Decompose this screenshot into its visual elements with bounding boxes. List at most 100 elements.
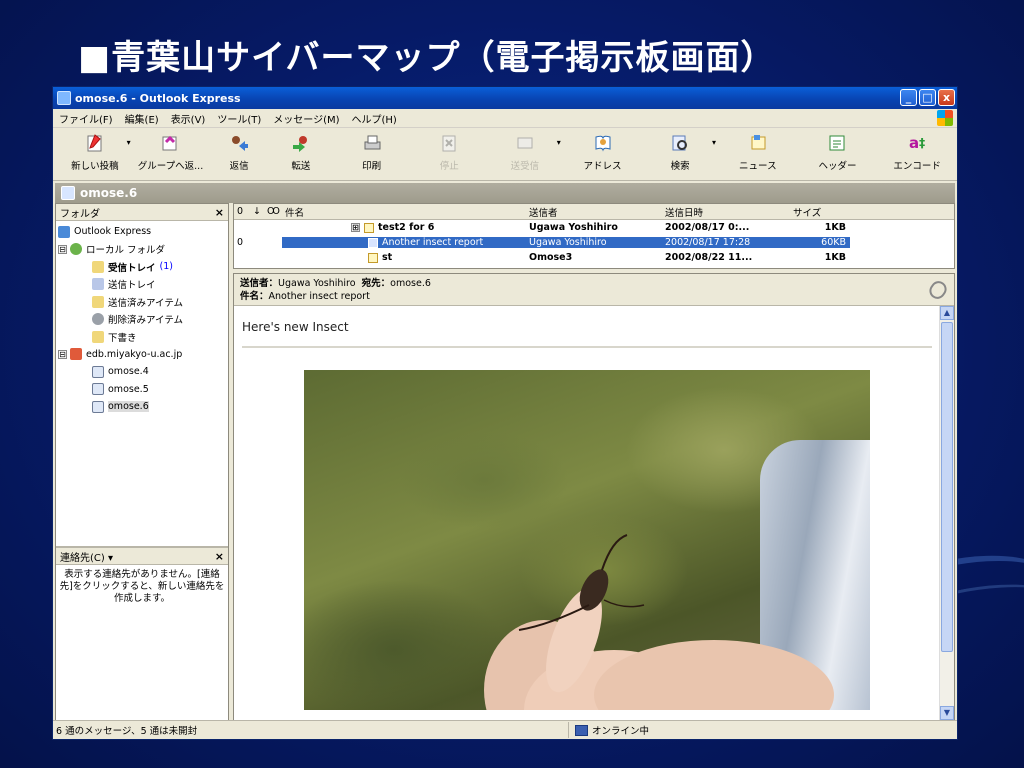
folder-label: omose.5 xyxy=(108,383,149,395)
minimize-button[interactable]: _ xyxy=(900,89,917,106)
send-receive-dropdown-icon[interactable]: ▾ xyxy=(557,138,561,147)
headers-label: ヘッダー xyxy=(818,161,857,172)
folder-inbox[interactable]: 受信トレイ (1) xyxy=(58,258,226,276)
print-label: 印刷 xyxy=(362,161,382,172)
inbox-icon xyxy=(92,260,104,273)
folder-outlook-express[interactable]: Outlook Express xyxy=(58,223,226,241)
folder-label: 削除済みアイテム xyxy=(108,315,184,327)
new-post-dropdown-icon[interactable]: ▾ xyxy=(127,138,131,147)
find-button[interactable]: 検索 ▾ xyxy=(642,128,718,178)
find-icon xyxy=(669,132,691,154)
status-online: オンライン中 xyxy=(592,726,650,737)
menu-view[interactable]: 表示(V) xyxy=(171,111,206,126)
menu-help[interactable]: ヘルプ(H) xyxy=(352,111,397,126)
reply-button[interactable]: 返信 xyxy=(208,128,270,178)
size-column-header[interactable]: サイズ xyxy=(790,205,850,219)
new-post-label: 新しい投稿 xyxy=(71,161,119,172)
folder-label: omose.4 xyxy=(108,366,149,378)
headers-button[interactable]: ヘッダー xyxy=(798,128,878,178)
outbox-icon xyxy=(92,278,104,291)
folder-news-server[interactable]: ⊟ edb.miyakyo-u.ac.jp xyxy=(58,346,226,364)
stop-label: 停止 xyxy=(439,161,459,172)
window-titlebar[interactable]: omose.6 - Outlook Express _ □ x xyxy=(53,87,957,109)
subject-column-header[interactable]: 件名 xyxy=(282,205,526,219)
folder-pane-header: フォルダ × xyxy=(56,204,228,221)
folder-deleted-items[interactable]: 削除済みアイテム xyxy=(58,311,226,329)
read-post-icon xyxy=(368,237,378,248)
attachment-column-header[interactable]: 0 xyxy=(234,206,250,217)
photo-hand-with-beetle xyxy=(484,534,834,710)
scrollbar-thumb[interactable] xyxy=(941,322,953,652)
message-date: 2002/08/22 11... xyxy=(665,252,753,263)
stop-button[interactable]: 停止 xyxy=(411,128,487,178)
print-button[interactable]: 印刷 xyxy=(332,128,412,178)
folder-sent-items[interactable]: 送信済みアイテム xyxy=(58,293,226,311)
date-column-header[interactable]: 送信日時 xyxy=(662,205,790,219)
menu-tools[interactable]: ツール(T) xyxy=(217,111,261,126)
send-receive-button[interactable]: 送受信 ▾ xyxy=(487,128,563,178)
watch-column-header[interactable]: Ꝏ xyxy=(264,206,282,217)
contacts-close-button[interactable]: × xyxy=(215,550,224,563)
scroll-up-icon[interactable]: ▲ xyxy=(940,306,954,320)
priority-column-header[interactable]: ↓ xyxy=(250,206,264,217)
folder-tree: Outlook Express ⊟ ローカル フォルダ 受信トレイ (1) 送信… xyxy=(56,221,228,545)
collapse-icon[interactable]: ⊟ xyxy=(58,244,67,254)
forward-button[interactable]: 転送 xyxy=(270,128,332,178)
computer-icon xyxy=(575,724,588,736)
collapse-icon[interactable]: ⊟ xyxy=(58,349,67,359)
folder-pane: フォルダ × Outlook Express ⊟ ローカル フォルダ 受信トレイ… xyxy=(55,203,229,721)
reply-group-label: グループへ返... xyxy=(137,161,204,172)
find-label: 検索 xyxy=(670,161,690,172)
preview-scrollbar[interactable]: ▲ ▼ xyxy=(939,306,954,720)
message-body-text: Here's new Insect xyxy=(242,320,349,334)
folder-pane-close-button[interactable]: × xyxy=(215,206,224,219)
thread-expand-icon[interactable]: ⊞ xyxy=(351,223,360,232)
menu-bar: ファイル(F) 編集(E) 表示(V) ツール(T) メッセージ(M) ヘルプ(… xyxy=(53,109,957,128)
folder-omose6[interactable]: omose.6 xyxy=(58,398,226,416)
contacts-dropdown[interactable]: 連絡先(C) ▾ xyxy=(60,549,113,564)
news-button[interactable]: ニュース xyxy=(718,128,798,178)
unread-count: (1) xyxy=(159,261,173,273)
window-title: omose.6 - Outlook Express xyxy=(75,91,241,105)
close-button[interactable]: x xyxy=(938,89,955,106)
from-column-header[interactable]: 送信者 xyxy=(526,205,662,219)
encoding-label: エンコード xyxy=(893,161,941,172)
unread-post-icon xyxy=(364,222,374,233)
reply-group-button[interactable]: グループへ返... xyxy=(133,128,209,178)
folder-label: omose.6 xyxy=(108,401,149,413)
scroll-down-icon[interactable]: ▼ xyxy=(940,706,954,720)
news-server-icon xyxy=(70,348,82,361)
menu-file[interactable]: ファイル(F) xyxy=(59,111,113,126)
message-row-selected[interactable]: 0 Another insect report Ugawa Yoshihiro … xyxy=(234,235,954,250)
attachment-cell: 0 xyxy=(237,237,244,248)
send-receive-label: 送受信 xyxy=(510,161,540,172)
encoding-button[interactable]: a ‡ エンコード xyxy=(877,128,957,178)
maximize-button[interactable]: □ xyxy=(919,89,936,106)
address-button[interactable]: アドレス xyxy=(563,128,643,178)
message-row[interactable]: ⊞ test2 for 6 Ugawa Yoshihiro 2002/08/17… xyxy=(234,220,954,235)
message-list-header: 0 ↓ Ꝏ 件名 送信者 送信日時 サイズ xyxy=(234,204,954,220)
headers-icon xyxy=(826,132,848,154)
message-size: 60KB xyxy=(790,237,850,248)
address-label: アドレス xyxy=(583,161,622,172)
preview-header: 送信者：Ugawa Yoshihiro 宛先：omose.6 件名：Anothe… xyxy=(234,274,954,306)
reply-group-icon xyxy=(159,132,181,154)
newsgroup-icon xyxy=(92,383,104,396)
new-post-icon xyxy=(84,132,106,154)
folder-drafts[interactable]: 下書き xyxy=(58,328,226,346)
new-post-button[interactable]: 新しい投稿 ▾ xyxy=(57,128,133,178)
folder-omose5[interactable]: omose.5 xyxy=(58,381,226,399)
folder-omose4[interactable]: omose.4 xyxy=(58,363,226,381)
find-dropdown-icon[interactable]: ▾ xyxy=(712,138,716,147)
folder-local-folders[interactable]: ⊟ ローカル フォルダ xyxy=(58,241,226,259)
forward-label: 転送 xyxy=(291,161,311,172)
message-from: Ugawa Yoshihiro xyxy=(526,237,662,248)
menu-edit[interactable]: 編集(E) xyxy=(125,111,159,126)
reply-icon xyxy=(228,132,250,154)
folder-outbox[interactable]: 送信トレイ xyxy=(58,276,226,294)
contacts-pane: 連絡先(C) ▾ × 表示する連絡先がありません。[連絡先]をクリックすると、新… xyxy=(56,546,228,720)
menu-message[interactable]: メッセージ(M) xyxy=(273,111,339,126)
newsgroup-icon xyxy=(61,186,75,200)
message-row[interactable]: st Omose3 2002/08/22 11... 1KB xyxy=(234,250,954,265)
newsgroup-icon xyxy=(92,365,104,378)
